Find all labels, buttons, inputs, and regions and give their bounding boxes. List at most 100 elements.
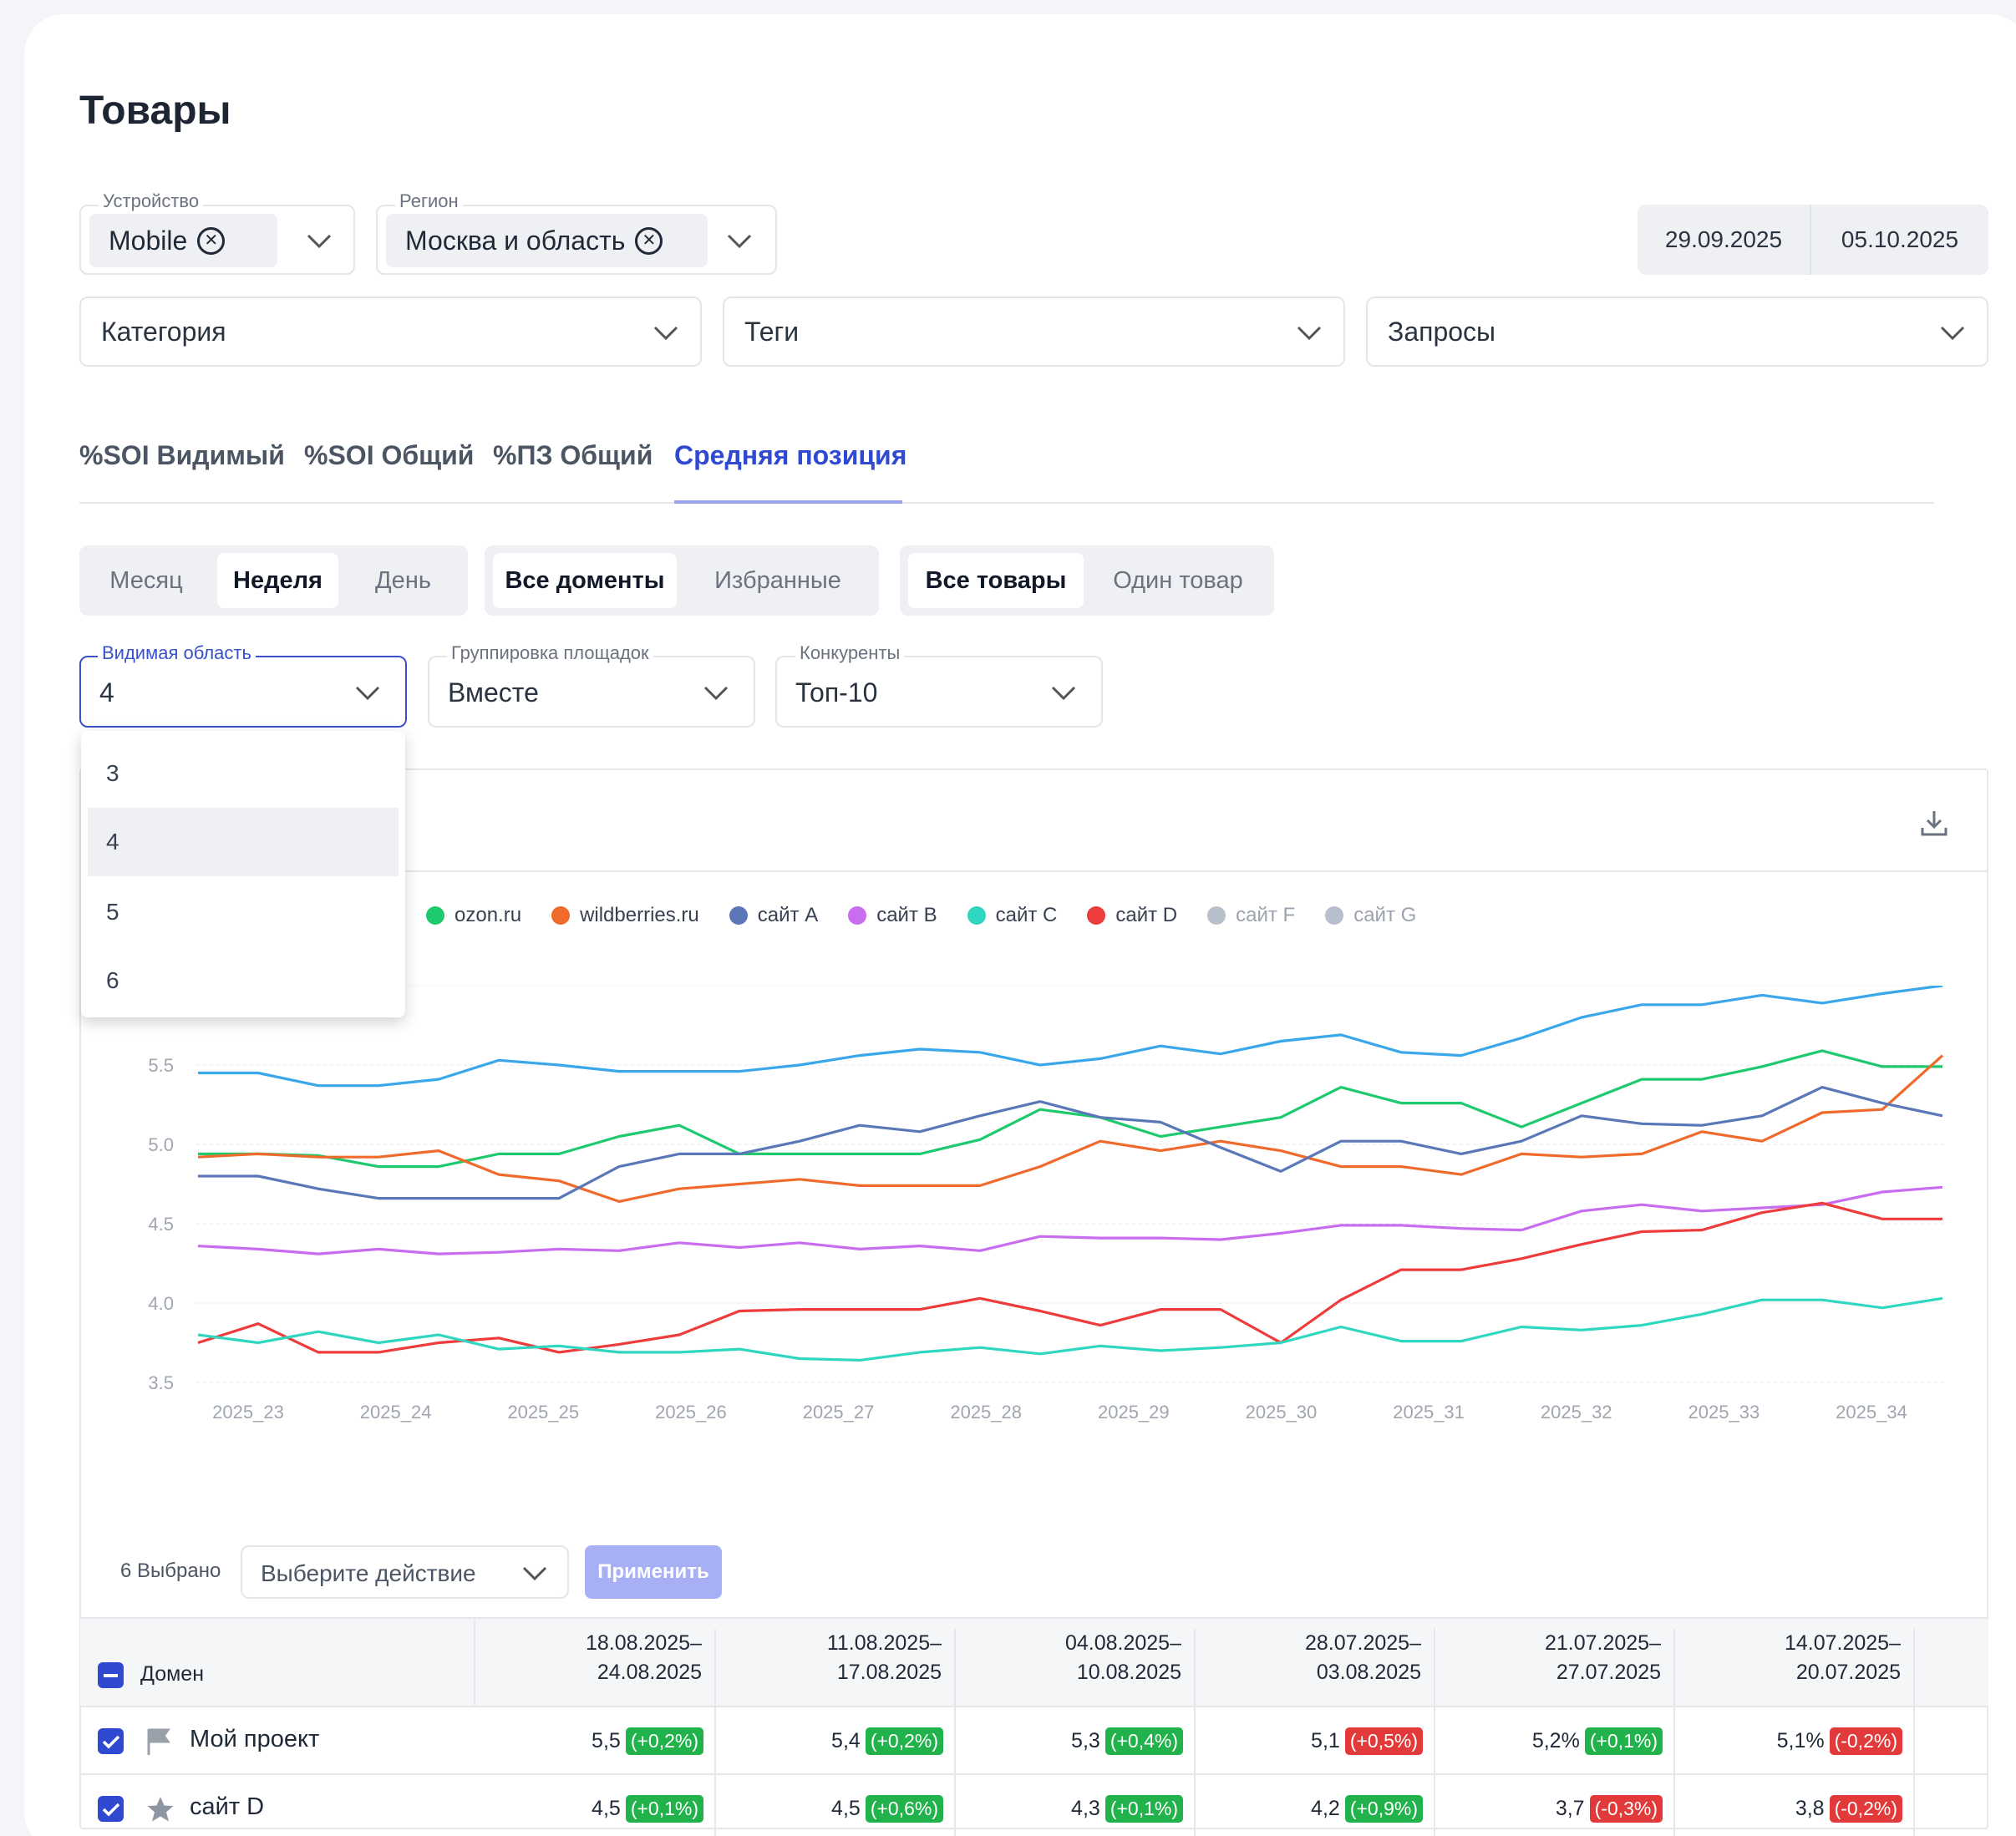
table-cell: 3,7 (-0,3%) bbox=[1435, 1775, 1663, 1836]
flag-icon[interactable] bbox=[146, 1727, 171, 1760]
x-tick-label: 2025_33 bbox=[1688, 1402, 1760, 1423]
check-icon bbox=[102, 1803, 119, 1816]
column-header[interactable]: 18.08.2025– 24.08.2025 bbox=[476, 1629, 716, 1707]
grouping-select[interactable]: Вместе bbox=[428, 656, 755, 728]
option-3[interactable]: 3 bbox=[81, 739, 405, 808]
period-month[interactable]: Месяц bbox=[88, 553, 205, 608]
x-tick-label: 2025_28 bbox=[950, 1402, 1022, 1423]
visible-area-value: 4 bbox=[99, 677, 114, 708]
change-badge: (+0,1%) bbox=[1584, 1727, 1663, 1755]
apply-button[interactable]: Применить bbox=[585, 1545, 722, 1599]
products-one[interactable]: Один товар bbox=[1090, 553, 1266, 608]
x-tick-label: 2025_32 bbox=[1541, 1402, 1612, 1423]
tab-avg-position[interactable]: Средняя позиция bbox=[674, 440, 906, 471]
legend-item[interactable]: сайт A bbox=[729, 904, 818, 927]
table-cell: 5,5 (+0,2%) bbox=[476, 1707, 703, 1775]
select-all-checkbox[interactable] bbox=[98, 1662, 124, 1688]
legend-item[interactable]: сайт B bbox=[848, 904, 937, 927]
legend-item[interactable]: сайт F bbox=[1207, 904, 1295, 927]
star-icon[interactable] bbox=[146, 1795, 175, 1828]
legend-label: сайт G bbox=[1353, 904, 1417, 926]
check-icon bbox=[102, 1735, 119, 1748]
cell-value: 5,2% bbox=[1531, 1729, 1580, 1752]
legend-item[interactable]: сайт D bbox=[1087, 904, 1177, 927]
column-header-end: 20.07.2025 bbox=[1795, 1661, 1901, 1684]
column-header[interactable]: 14.07.2025– 20.07.2025 bbox=[1675, 1629, 1915, 1707]
clear-region-icon[interactable]: ✕ bbox=[635, 226, 663, 255]
option-5[interactable]: 5 bbox=[81, 878, 405, 946]
chevron-down-icon bbox=[1297, 326, 1322, 341]
legend-item[interactable]: ozon.ru bbox=[426, 904, 521, 927]
region-select[interactable]: Москва и область ✕ bbox=[376, 205, 777, 275]
tab-soi-total[interactable]: %SOI Общий bbox=[304, 440, 474, 471]
visible-area-select[interactable]: 4 bbox=[79, 656, 407, 728]
competitors-label: Конкуренты bbox=[795, 642, 905, 664]
column-divider bbox=[714, 1707, 716, 1836]
change-badge: (-0,3%) bbox=[1589, 1795, 1663, 1823]
table-cell: 5,1 (+0,5%) bbox=[1196, 1707, 1423, 1775]
action-select[interactable]: Выберите действие bbox=[241, 1545, 569, 1599]
x-tick-label: 2025_29 bbox=[1098, 1402, 1170, 1423]
page-title: Товары bbox=[79, 89, 231, 133]
column-divider bbox=[954, 1707, 956, 1836]
cell-value: 4,5 bbox=[592, 1797, 621, 1820]
column-header[interactable]: 04.08.2025– 10.08.2025 bbox=[956, 1629, 1196, 1707]
competitors-select[interactable]: Топ-10 bbox=[775, 656, 1103, 728]
x-tick-label: 2025_27 bbox=[803, 1402, 875, 1423]
column-header-start: 28.07.2025– bbox=[1304, 1631, 1421, 1655]
legend-label: сайт B bbox=[876, 904, 937, 926]
y-tick-label: 5.0 bbox=[148, 1134, 174, 1155]
clear-device-icon[interactable]: ✕ bbox=[197, 226, 226, 255]
legend-item[interactable]: сайт G bbox=[1325, 904, 1416, 927]
queries-placeholder: Запросы bbox=[1388, 317, 1496, 347]
column-header-start: 18.08.2025– bbox=[585, 1631, 702, 1655]
period-week[interactable]: Неделя bbox=[217, 553, 338, 608]
category-placeholder: Категория bbox=[101, 317, 226, 347]
legend-label: сайт F bbox=[1236, 904, 1296, 926]
cell-value: 3,8 bbox=[1795, 1797, 1825, 1820]
date-to[interactable]: 05.10.2025 bbox=[1811, 205, 1988, 275]
legend-dot-icon bbox=[729, 906, 748, 925]
change-badge: (-0,2%) bbox=[1829, 1795, 1902, 1823]
x-tick-label: 2025_25 bbox=[507, 1402, 579, 1423]
domains-segment: Все доменты Избранные bbox=[485, 545, 879, 616]
domains-favorites[interactable]: Избранные bbox=[685, 553, 871, 608]
y-tick-label: 4.5 bbox=[148, 1214, 174, 1235]
option-6[interactable]: 6 bbox=[81, 946, 405, 1015]
chevron-down-icon bbox=[653, 326, 678, 341]
column-header[interactable]: 21.07.2025– 27.07.2025 bbox=[1435, 1629, 1675, 1707]
series-line bbox=[197, 1296, 1943, 1362]
row-checkbox[interactable] bbox=[98, 1728, 124, 1754]
visible-area-label: Видимая область bbox=[98, 642, 256, 664]
row-checkbox[interactable] bbox=[98, 1796, 124, 1822]
download-icon[interactable] bbox=[1919, 808, 1949, 838]
table-cell: 5,3 (+0,4%) bbox=[956, 1707, 1183, 1775]
column-header[interactable]: 28.07.2025– 03.08.2025 bbox=[1196, 1629, 1435, 1707]
queries-select[interactable]: Запросы bbox=[1366, 297, 1988, 367]
chevron-down-icon bbox=[355, 686, 380, 701]
products-all[interactable]: Все товары bbox=[908, 553, 1084, 608]
x-tick-label: 2025_34 bbox=[1836, 1402, 1907, 1423]
legend-label: сайт D bbox=[1115, 904, 1178, 926]
table-cell: 4,5 (+0,1%) bbox=[476, 1775, 703, 1836]
date-from[interactable]: 29.09.2025 bbox=[1638, 205, 1811, 275]
legend-item[interactable]: wildberries.ru bbox=[551, 904, 699, 927]
tags-select[interactable]: Теги bbox=[723, 297, 1345, 367]
column-header[interactable]: 11.08.2025– 17.08.2025 bbox=[716, 1629, 956, 1707]
option-4[interactable]: 4 bbox=[88, 808, 399, 876]
column-divider bbox=[1673, 1707, 1675, 1836]
competitors-value: Топ-10 bbox=[795, 677, 878, 708]
period-day[interactable]: День bbox=[347, 553, 460, 608]
legend-dot-icon bbox=[967, 906, 986, 925]
legend-dot-icon bbox=[1207, 906, 1226, 925]
change-badge: (+0,5%) bbox=[1344, 1727, 1423, 1755]
region-label: Регион bbox=[395, 190, 463, 212]
domains-all[interactable]: Все доменты bbox=[493, 553, 677, 608]
legend-item[interactable]: сайт C bbox=[967, 904, 1057, 927]
device-chip-label: Mobile bbox=[109, 225, 188, 256]
table-cell: 5,2% (+0,1%) bbox=[1435, 1707, 1663, 1775]
tab-pz-total[interactable]: %ПЗ Общий bbox=[493, 440, 653, 471]
tab-soi-visible[interactable]: %SOI Видимый bbox=[79, 440, 285, 471]
category-select[interactable]: Категория bbox=[79, 297, 702, 367]
device-select[interactable]: Mobile ✕ bbox=[79, 205, 355, 275]
